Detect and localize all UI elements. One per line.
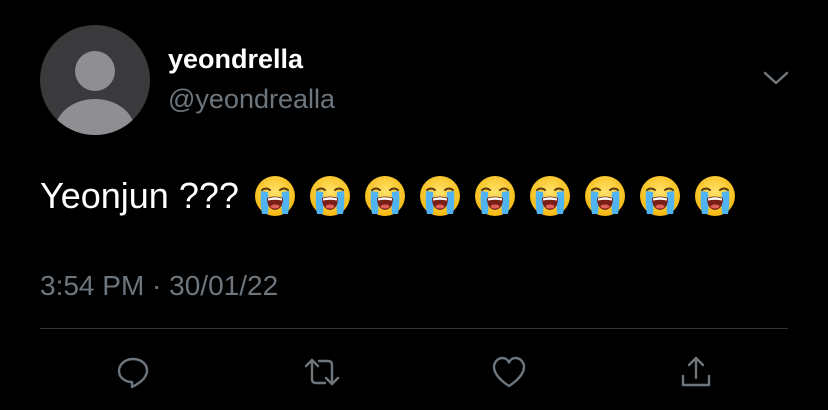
reply-button[interactable] bbox=[113, 352, 153, 392]
like-button[interactable] bbox=[489, 352, 529, 392]
more-options-button[interactable] bbox=[760, 66, 792, 90]
default-profile-icon bbox=[55, 51, 135, 135]
speech-bubble-icon bbox=[117, 357, 149, 389]
avatar[interactable] bbox=[40, 25, 150, 135]
loudly-crying-face-icon bbox=[529, 176, 570, 216]
tweet-text: Yeonjun ??? bbox=[40, 171, 748, 221]
tweet-text-content: Yeonjun ??? bbox=[40, 175, 239, 216]
share-button[interactable] bbox=[676, 352, 716, 392]
loudly-crying-face-icon bbox=[584, 176, 625, 216]
loudly-crying-face-icon bbox=[364, 176, 405, 216]
chevron-down-icon bbox=[763, 71, 789, 85]
loudly-crying-face-icon bbox=[474, 176, 515, 216]
divider bbox=[40, 328, 788, 329]
loudly-crying-face-icon bbox=[419, 176, 460, 216]
loudly-crying-face-icon bbox=[694, 176, 735, 216]
author-handle[interactable]: @yeondrealla bbox=[168, 82, 335, 116]
loudly-crying-face-icon bbox=[309, 176, 350, 216]
author-display-name[interactable]: yeondrella bbox=[168, 42, 303, 76]
retweet-button[interactable] bbox=[302, 352, 342, 392]
emoji-row bbox=[253, 174, 748, 218]
heart-icon bbox=[492, 356, 526, 388]
loudly-crying-face-icon bbox=[639, 176, 680, 216]
share-upload-icon bbox=[681, 356, 711, 387]
loudly-crying-face-icon bbox=[254, 176, 295, 216]
retweet-arrows-icon bbox=[304, 358, 340, 386]
tweet-timestamp[interactable]: 3:54 PM · 30/01/22 bbox=[40, 268, 278, 304]
